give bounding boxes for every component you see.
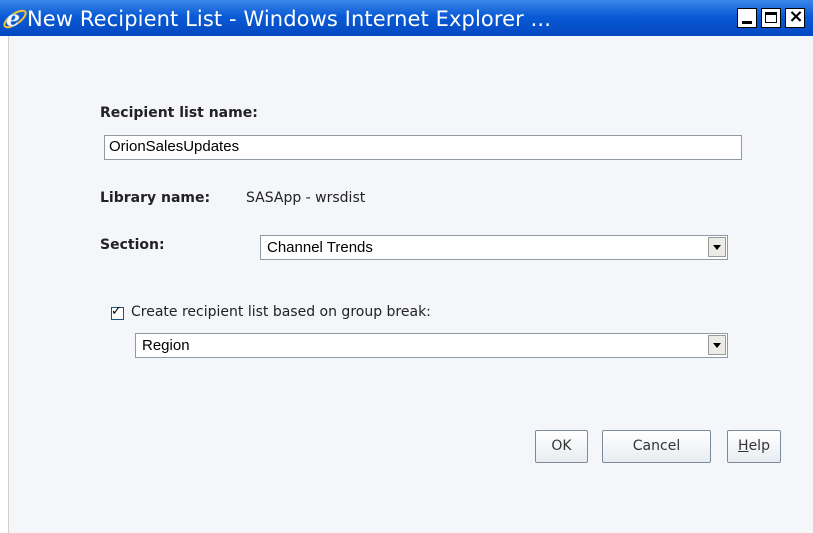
- minimize-icon: [742, 21, 752, 24]
- dialog-body: Recipient list name: OrionSalesUpdates L…: [8, 36, 813, 533]
- internet-explorer-icon: e: [3, 6, 27, 32]
- close-icon: ×: [788, 6, 804, 27]
- library-name-label: Library name:: [100, 190, 211, 206]
- svg-text:e: e: [6, 6, 20, 32]
- group-break-dropdown-arrow[interactable]: [708, 335, 726, 355]
- ok-button[interactable]: OK: [535, 430, 588, 463]
- section-label: Section:: [100, 237, 165, 253]
- library-name-value: SASApp - wrsdist: [246, 190, 366, 206]
- section-select[interactable]: Channel Trends: [260, 235, 728, 260]
- chevron-down-icon: [713, 245, 721, 250]
- group-break-selected-value: Region: [142, 337, 190, 354]
- cancel-button[interactable]: Cancel: [602, 430, 711, 463]
- help-label-rest: elp: [748, 438, 770, 454]
- recipient-list-name-input[interactable]: OrionSalesUpdates: [104, 135, 742, 160]
- maximize-icon: [765, 12, 777, 23]
- help-mnemonic: H: [738, 438, 749, 454]
- checkmark-icon: ✓: [111, 304, 122, 319]
- group-break-checkbox[interactable]: ✓: [111, 304, 124, 320]
- window-title-bar[interactable]: e New Recipient List - Windows Internet …: [0, 0, 813, 36]
- help-button[interactable]: Help: [727, 430, 781, 463]
- close-button[interactable]: ×: [785, 6, 805, 28]
- section-selected-value: Channel Trends: [267, 239, 373, 256]
- window-title: New Recipient List - Windows Internet Ex…: [27, 7, 551, 31]
- chevron-down-icon: [713, 343, 721, 348]
- recipient-list-name-label: Recipient list name:: [100, 105, 258, 121]
- maximize-button[interactable]: [761, 8, 781, 28]
- group-break-select[interactable]: Region: [135, 333, 728, 358]
- section-dropdown-arrow[interactable]: [708, 237, 726, 257]
- minimize-button[interactable]: [737, 8, 757, 28]
- group-break-checkbox-label[interactable]: Create recipient list based on group bre…: [131, 304, 431, 320]
